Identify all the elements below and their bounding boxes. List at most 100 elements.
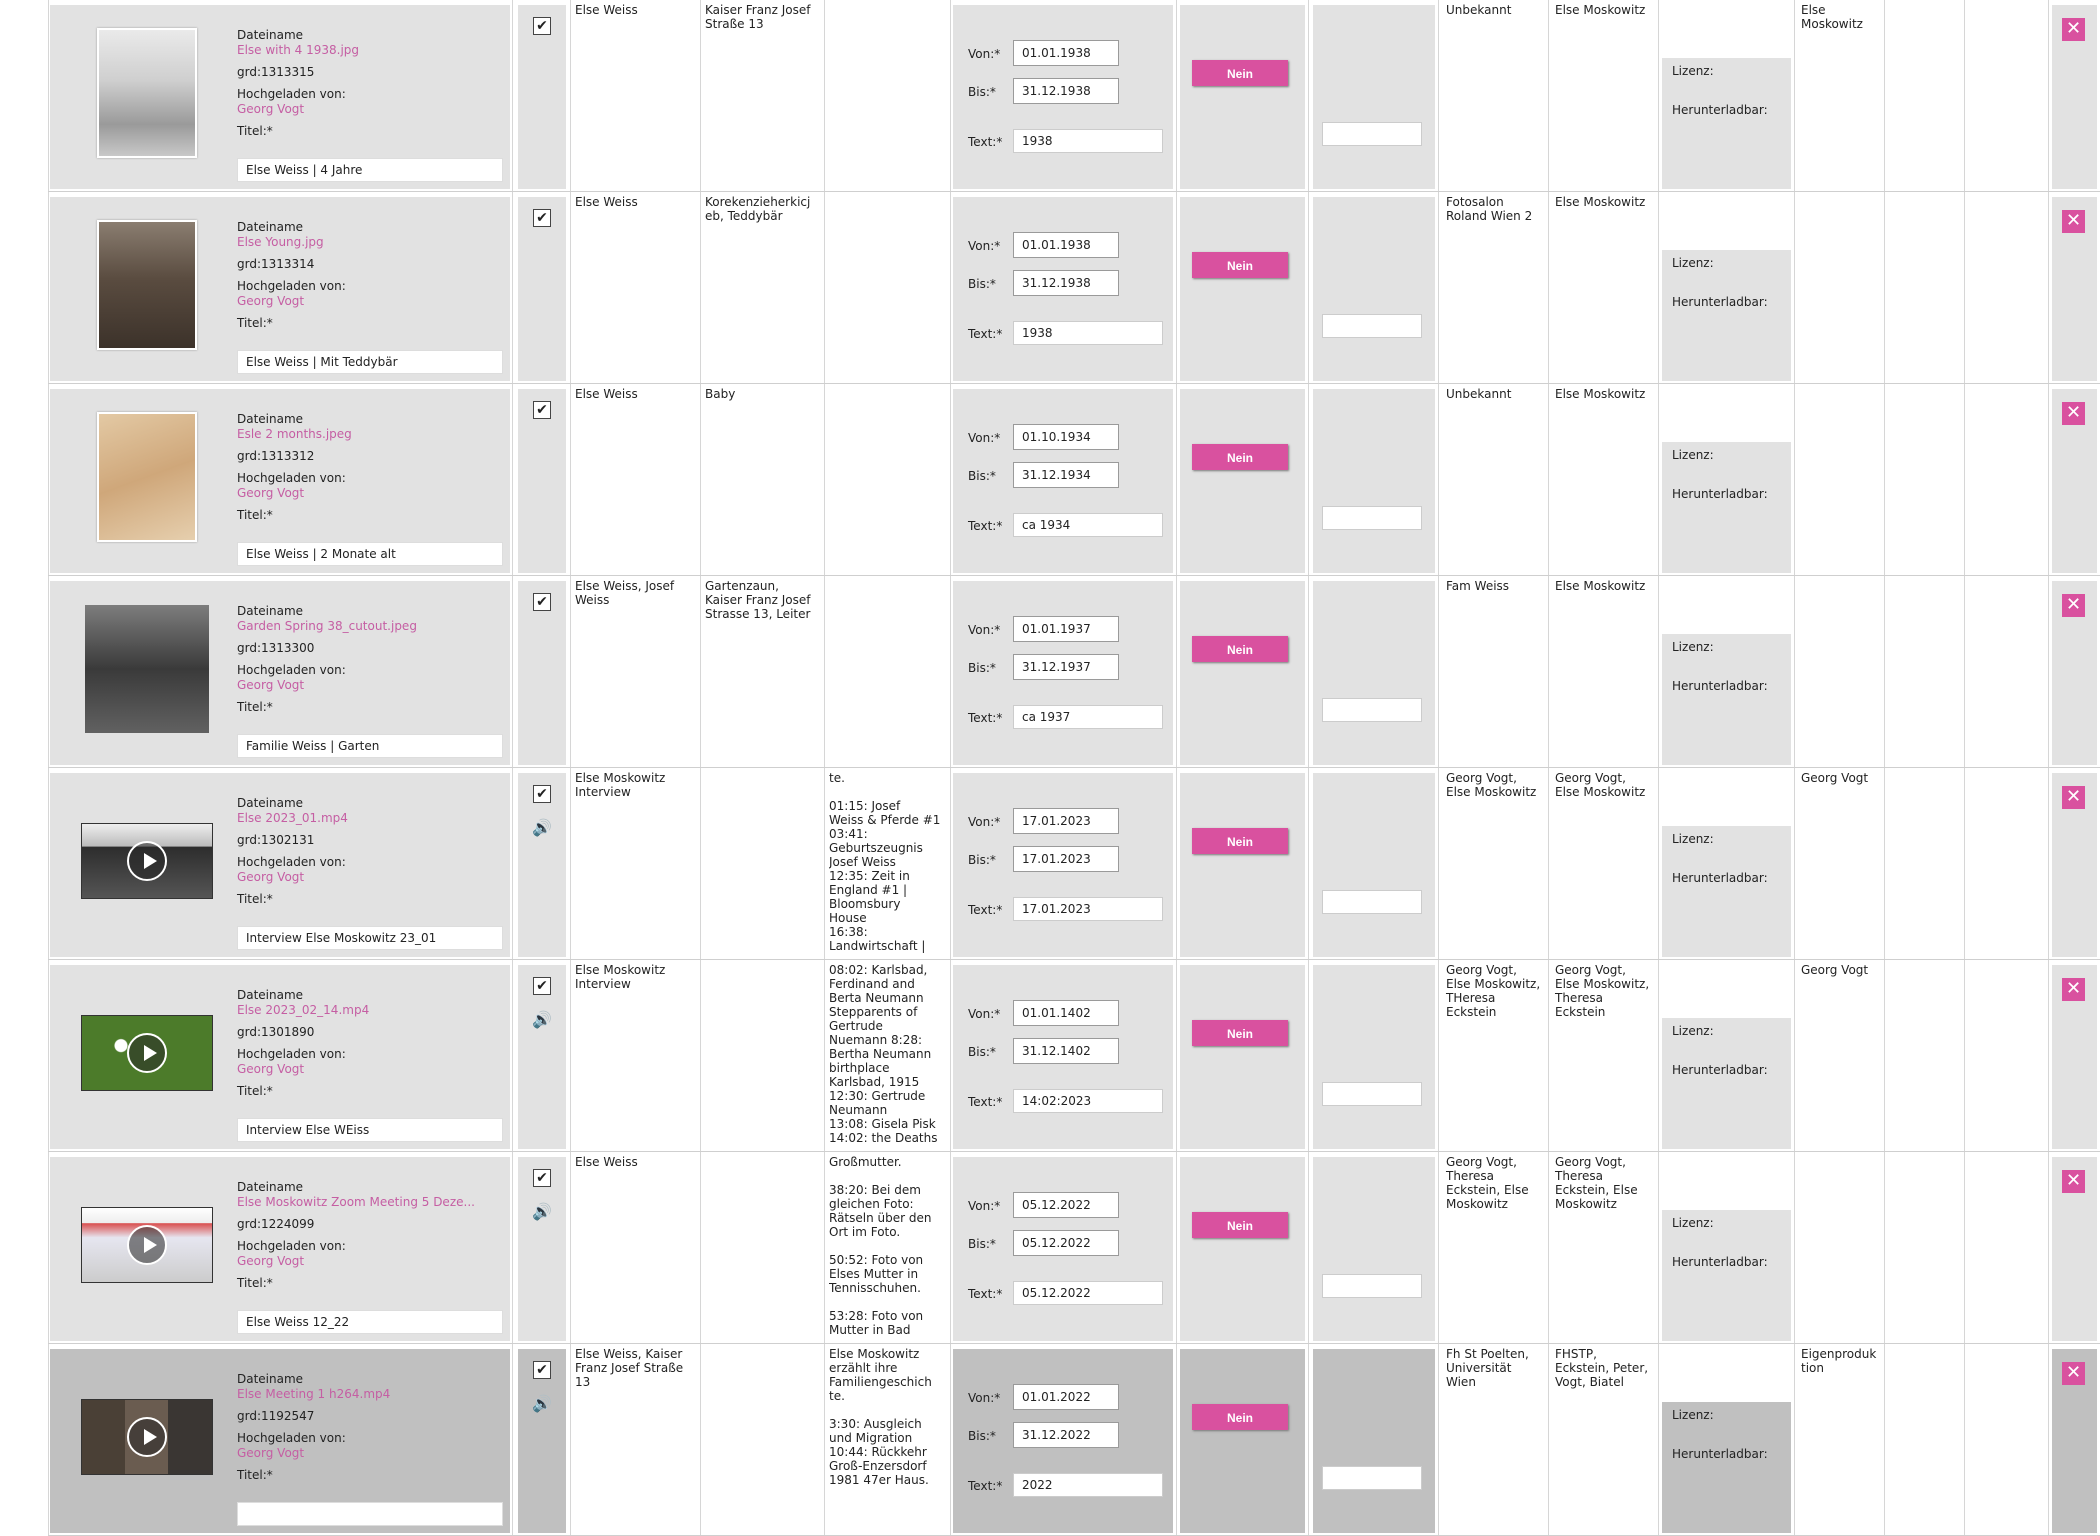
speaker-icon[interactable]: 🔊 (532, 818, 552, 837)
uploader-link[interactable]: Georg Vogt (237, 870, 507, 885)
video-thumbnail[interactable] (81, 1015, 213, 1091)
bis-input[interactable]: 31.12.1934 (1013, 462, 1119, 488)
thumbnail[interactable] (72, 407, 222, 547)
play-icon[interactable] (127, 1225, 167, 1265)
nein-button[interactable]: Nein (1192, 1404, 1288, 1430)
publish-checkbox[interactable]: ✔ (533, 977, 551, 995)
extra-input[interactable] (1322, 314, 1422, 338)
nein-button[interactable]: Nein (1192, 1212, 1288, 1238)
close-icon[interactable]: ✕ (2062, 210, 2085, 233)
thumbnail[interactable] (72, 1175, 222, 1315)
date-text-input[interactable]: 05.12.2022 (1013, 1281, 1163, 1305)
extra-input[interactable] (1322, 1274, 1422, 1298)
filename-link[interactable]: Else with 4 1938.jpg (237, 43, 507, 58)
uploader-link[interactable]: Georg Vogt (237, 678, 507, 693)
extra-input[interactable] (1322, 698, 1422, 722)
bis-input[interactable]: 31.12.1938 (1013, 270, 1119, 296)
publish-checkbox[interactable]: ✔ (533, 785, 551, 803)
nein-button[interactable]: Nein (1192, 252, 1288, 278)
filename-link[interactable]: Else 2023_02_14.mp4 (237, 1003, 507, 1018)
date-text-input[interactable]: ca 1937 (1013, 705, 1163, 729)
nein-button[interactable]: Nein (1192, 1020, 1288, 1046)
bis-input[interactable]: 31.12.1938 (1013, 78, 1119, 104)
date-text-input[interactable]: 1938 (1013, 129, 1163, 153)
title-input[interactable]: Else Weiss | 2 Monate alt (237, 542, 503, 566)
uploader-link[interactable]: Georg Vogt (237, 486, 507, 501)
video-thumbnail[interactable] (81, 823, 213, 899)
von-input[interactable]: 01.10.1934 (1013, 424, 1119, 450)
nein-button[interactable]: Nein (1192, 444, 1288, 470)
close-icon[interactable]: ✕ (2062, 594, 2085, 617)
play-icon[interactable] (127, 1417, 167, 1457)
von-input[interactable]: 01.01.1937 (1013, 616, 1119, 642)
filename-link[interactable]: Else Young.jpg (237, 235, 507, 250)
close-icon[interactable]: ✕ (2062, 978, 2085, 1001)
bis-input[interactable]: 31.12.1937 (1013, 654, 1119, 680)
photo-thumbnail[interactable] (97, 412, 197, 542)
close-icon[interactable]: ✕ (2062, 1170, 2085, 1193)
publish-checkbox[interactable]: ✔ (533, 401, 551, 419)
filename-link[interactable]: Else Moskowitz Zoom Meeting 5 Deze... (237, 1195, 507, 1210)
speaker-icon[interactable]: 🔊 (532, 1202, 552, 1221)
extra-input[interactable] (1322, 1466, 1422, 1490)
thumbnail[interactable] (72, 791, 222, 931)
speaker-icon[interactable]: 🔊 (532, 1010, 552, 1029)
close-icon[interactable]: ✕ (2062, 18, 2085, 41)
nein-button[interactable]: Nein (1192, 828, 1288, 854)
von-input[interactable]: 01.01.2022 (1013, 1384, 1119, 1410)
photo-thumbnail[interactable] (97, 28, 197, 158)
von-input[interactable]: 01.01.1402 (1013, 1000, 1119, 1026)
bis-input[interactable]: 17.01.2023 (1013, 846, 1119, 872)
von-input[interactable]: 17.01.2023 (1013, 808, 1119, 834)
title-input[interactable]: Else Weiss | 4 Jahre (237, 158, 503, 182)
photo-thumbnail[interactable] (97, 220, 197, 350)
uploader-link[interactable]: Georg Vogt (237, 1062, 507, 1077)
extra-input[interactable] (1322, 122, 1422, 146)
publish-checkbox[interactable]: ✔ (533, 1169, 551, 1187)
date-text-input[interactable]: ca 1934 (1013, 513, 1163, 537)
uploader-link[interactable]: Georg Vogt (237, 294, 507, 309)
extra-input[interactable] (1322, 890, 1422, 914)
title-input[interactable]: Interview Else Moskowitz 23_01 (237, 926, 503, 950)
uploader-link[interactable]: Georg Vogt (237, 1254, 507, 1269)
extra-input[interactable] (1322, 1082, 1422, 1106)
thumbnail[interactable] (72, 1367, 222, 1507)
close-icon[interactable]: ✕ (2062, 786, 2085, 809)
play-icon[interactable] (127, 841, 167, 881)
publish-checkbox[interactable]: ✔ (533, 17, 551, 35)
filename-link[interactable]: Esle 2 months.jpeg (237, 427, 507, 442)
title-input[interactable]: Else Weiss | Mit Teddybär (237, 350, 503, 374)
filename-link[interactable]: Else 2023_01.mp4 (237, 811, 507, 826)
close-icon[interactable]: ✕ (2062, 402, 2085, 425)
von-input[interactable]: 01.01.1938 (1013, 40, 1119, 66)
thumbnail[interactable] (72, 23, 222, 163)
video-thumbnail[interactable] (81, 1399, 213, 1475)
photo-thumbnail[interactable] (85, 605, 209, 733)
date-text-input[interactable]: 14:02:2023 (1013, 1089, 1163, 1113)
title-input[interactable]: Else Weiss 12_22 (237, 1310, 503, 1334)
uploader-link[interactable]: Georg Vogt (237, 102, 507, 117)
von-input[interactable]: 01.01.1938 (1013, 232, 1119, 258)
title-input[interactable]: Interview Else WEiss (237, 1118, 503, 1142)
publish-checkbox[interactable]: ✔ (533, 593, 551, 611)
filename-link[interactable]: Else Meeting 1 h264.mp4 (237, 1387, 507, 1402)
thumbnail[interactable] (72, 599, 222, 739)
close-icon[interactable]: ✕ (2062, 1362, 2085, 1385)
bis-input[interactable]: 31.12.1402 (1013, 1038, 1119, 1064)
publish-checkbox[interactable]: ✔ (533, 209, 551, 227)
date-text-input[interactable]: 17.01.2023 (1013, 897, 1163, 921)
date-text-input[interactable]: 2022 (1013, 1473, 1163, 1497)
thumbnail[interactable] (72, 983, 222, 1123)
nein-button[interactable]: Nein (1192, 60, 1288, 86)
von-input[interactable]: 05.12.2022 (1013, 1192, 1119, 1218)
nein-button[interactable]: Nein (1192, 636, 1288, 662)
publish-checkbox[interactable]: ✔ (533, 1361, 551, 1379)
bis-input[interactable]: 05.12.2022 (1013, 1230, 1119, 1256)
date-text-input[interactable]: 1938 (1013, 321, 1163, 345)
uploader-link[interactable]: Georg Vogt (237, 1446, 507, 1461)
filename-link[interactable]: Garden Spring 38_cutout.jpeg (237, 619, 507, 634)
bis-input[interactable]: 31.12.2022 (1013, 1422, 1119, 1448)
title-input[interactable] (237, 1502, 503, 1526)
extra-input[interactable] (1322, 506, 1422, 530)
play-icon[interactable] (127, 1033, 167, 1073)
